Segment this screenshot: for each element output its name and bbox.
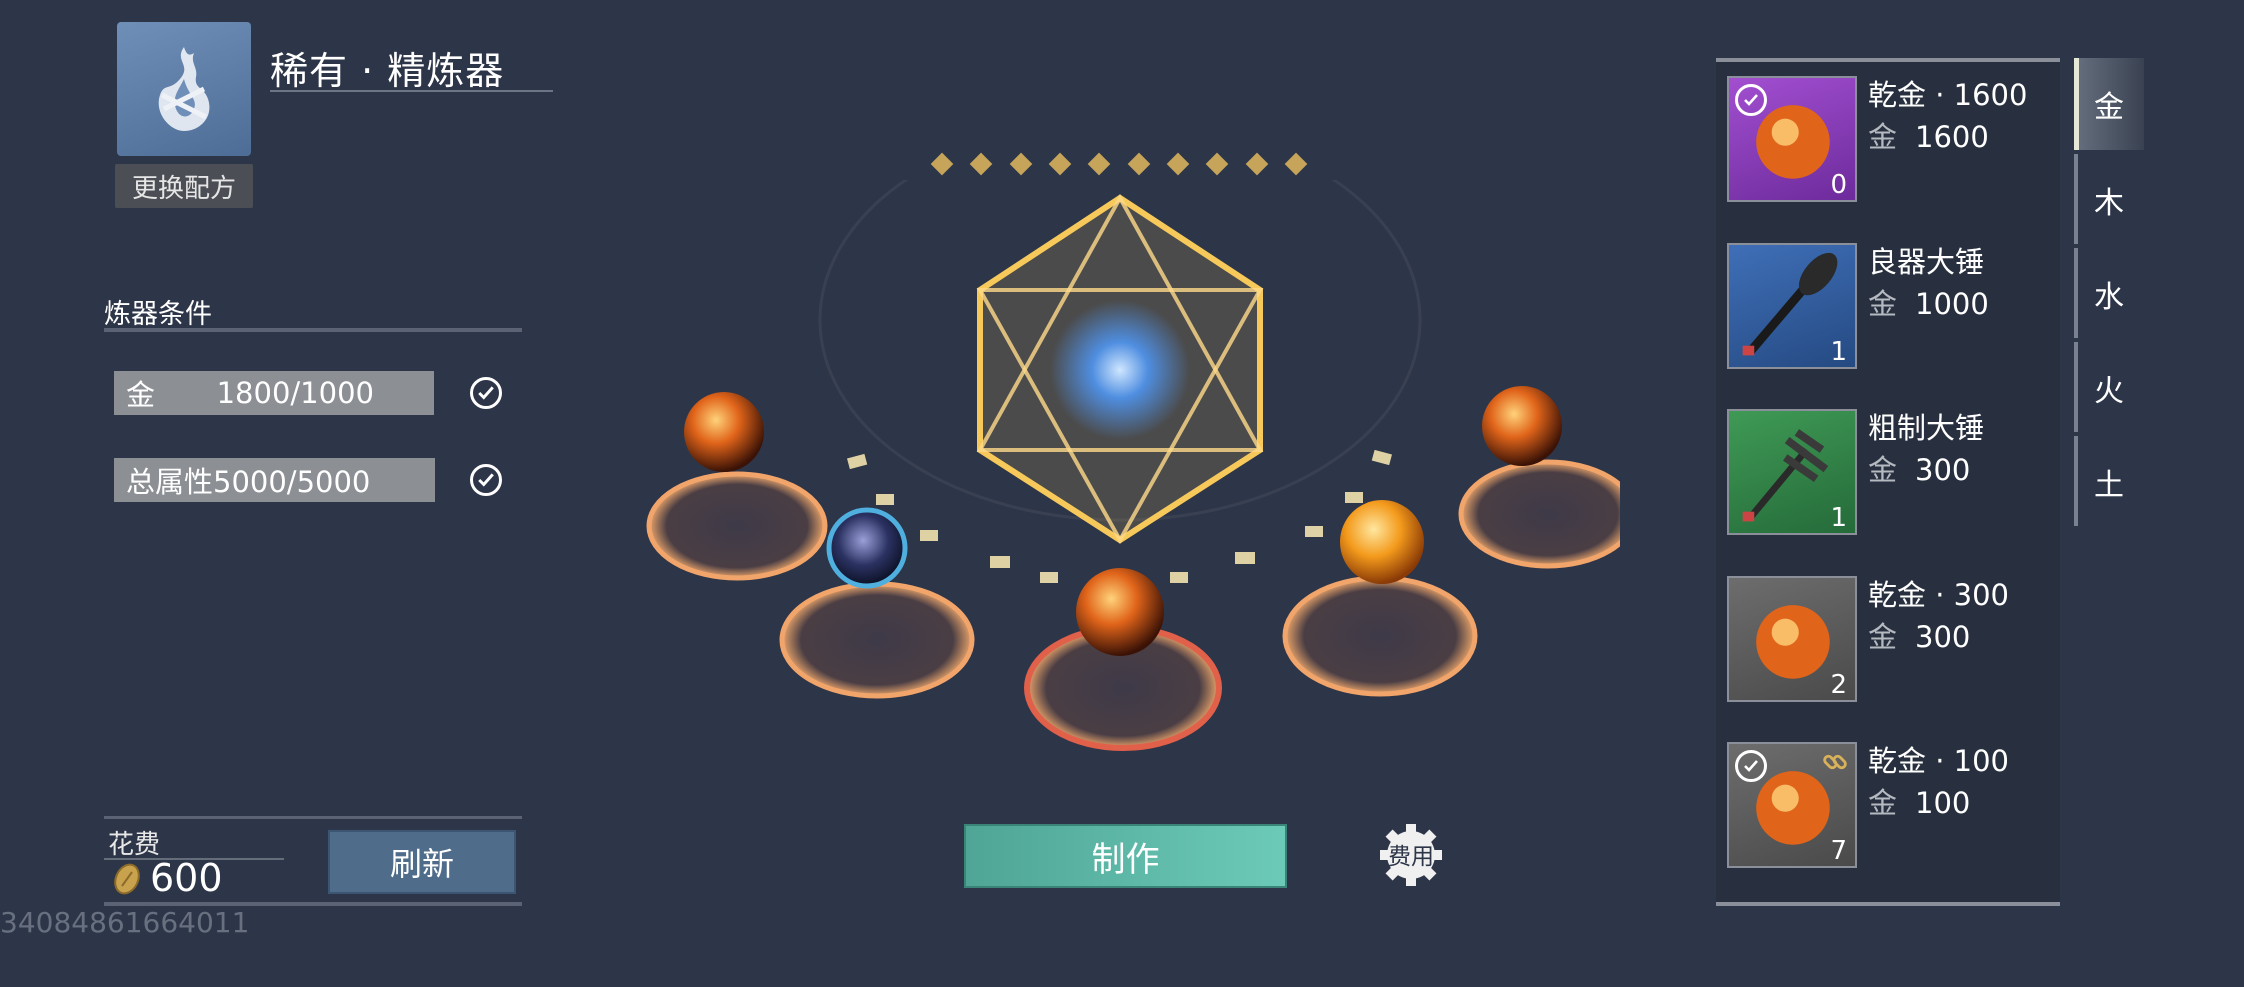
recipe-icon[interactable]	[117, 22, 251, 156]
tab-water[interactable]: 水	[2074, 248, 2144, 340]
material-count: 7	[1830, 836, 1847, 866]
recipe-title: 稀有 · 精炼器	[270, 49, 505, 93]
material-name: 乾金 · 300	[1868, 578, 2010, 612]
cost-divider-top	[104, 816, 522, 819]
selected-check-icon	[1735, 84, 1767, 116]
condition-row-gold: 金 1800/1000	[114, 371, 434, 415]
diamond-icon	[1127, 152, 1150, 176]
make-button[interactable]: 制作	[964, 824, 1287, 888]
material-count: 1	[1830, 503, 1847, 533]
material-thumb: 2	[1727, 576, 1857, 702]
tab-fire[interactable]: 火	[2074, 342, 2144, 434]
pedestal[interactable]	[779, 581, 975, 699]
material-orb	[684, 392, 764, 472]
condition-met-check-icon	[470, 377, 502, 409]
diamond-icon	[930, 152, 954, 176]
diamond-icon	[1087, 152, 1111, 176]
material-thumb: 7	[1727, 742, 1857, 868]
pedestal[interactable]	[1282, 575, 1478, 697]
title-divider	[270, 90, 553, 92]
material-count: 1	[1830, 337, 1847, 367]
material-item[interactable]: 7 乾金 · 100 金 100	[1716, 734, 2060, 894]
diamond-icon	[1284, 152, 1308, 176]
pedestal[interactable]	[646, 471, 828, 581]
material-orb	[1076, 568, 1164, 656]
list-divider-bottom	[1716, 902, 2060, 906]
material-name: 乾金 · 1600	[1868, 78, 2028, 112]
currency-coin-icon	[114, 863, 140, 895]
progress-diamonds	[930, 150, 1308, 180]
material-orb	[1482, 386, 1562, 466]
material-orb	[826, 507, 908, 589]
material-attr: 金 1600	[1868, 120, 1989, 154]
condition-value: 1800/1000	[216, 376, 374, 410]
refresh-button[interactable]: 刷新	[328, 830, 516, 894]
material-name: 粗制大锤	[1868, 411, 1985, 445]
condition-row-total: 总属性5000/5000	[114, 458, 435, 502]
forge-crystal	[976, 193, 1264, 545]
conditions-divider	[104, 328, 522, 332]
material-count: 0	[1830, 170, 1847, 200]
diamond-icon	[1009, 152, 1032, 176]
material-attr: 金 300	[1868, 620, 1971, 654]
cost-value: 600	[150, 856, 223, 900]
condition-key: 金	[126, 378, 156, 412]
material-orb	[1340, 500, 1424, 584]
forge-stage	[646, 180, 1620, 751]
material-item[interactable]: 1 粗制大锤 金 300	[1716, 401, 2060, 561]
selected-check-icon	[1735, 750, 1767, 782]
material-attr: 金 1000	[1868, 287, 1989, 321]
material-count: 2	[1830, 670, 1847, 700]
material-attr: 金 300	[1868, 453, 1971, 487]
material-attr: 金 100	[1868, 786, 1971, 820]
condition-key: 总属性5000/5000	[126, 465, 371, 499]
list-divider-top	[1716, 58, 2060, 62]
link-icon	[1823, 754, 1847, 770]
diamond-icon	[1048, 152, 1072, 176]
material-item[interactable]: 1 良器大锤 金 1000	[1716, 235, 2060, 395]
tab-earth[interactable]: 土	[2074, 436, 2144, 528]
gear-icon: 费用	[1380, 824, 1442, 886]
material-thumb: 1	[1727, 409, 1857, 535]
tab-wood[interactable]: 木	[2074, 154, 2144, 246]
material-thumb: 1	[1727, 243, 1857, 369]
diamond-icon	[1205, 152, 1229, 176]
diamond-icon	[1166, 152, 1190, 176]
material-thumb: 0	[1727, 76, 1857, 202]
change-recipe-button[interactable]: 更换配方	[115, 164, 253, 208]
user-id: 34084861664011	[0, 906, 250, 939]
flame-glyph-icon	[158, 47, 210, 131]
fee-label: 费用	[1388, 844, 1434, 870]
material-name: 乾金 · 100	[1868, 744, 2010, 778]
fee-button[interactable]: 费用	[1376, 820, 1446, 890]
diamond-icon	[1245, 152, 1268, 176]
material-item[interactable]: 0 乾金 · 1600 金 1600	[1716, 68, 2060, 228]
tab-metal[interactable]: 金	[2074, 58, 2144, 150]
diamond-icon	[970, 152, 993, 176]
condition-met-check-icon	[470, 464, 502, 496]
conditions-title: 炼器条件	[104, 299, 212, 330]
pedestal[interactable]	[1458, 459, 1620, 569]
material-name: 良器大锤	[1868, 245, 1985, 279]
material-item[interactable]: 2 乾金 · 300 金 300	[1716, 568, 2060, 728]
